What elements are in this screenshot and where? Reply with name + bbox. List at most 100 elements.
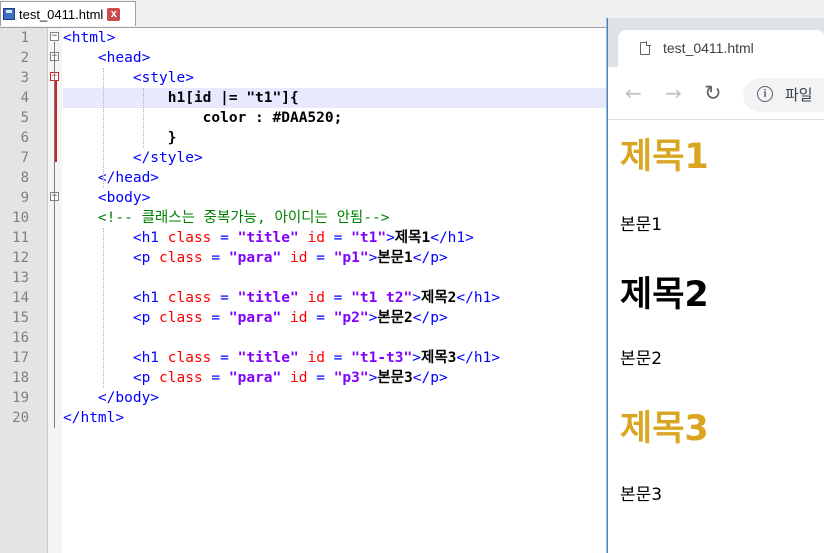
- code-token: "title": [237, 230, 299, 246]
- code-token: =: [202, 310, 229, 326]
- code-token: <h1: [63, 230, 168, 246]
- code-token: <h1: [63, 290, 168, 306]
- line-number: 19: [12, 390, 29, 406]
- code-token: "p1": [333, 250, 369, 266]
- code-token: <!-- 클래스는 중복가능, 아이디는 안됨-->: [63, 210, 390, 226]
- code-token: >: [412, 290, 421, 306]
- code-token: "p2": [333, 310, 369, 326]
- browser-tab[interactable]: test_0411.html: [618, 30, 824, 67]
- code-token: <p: [63, 370, 160, 386]
- code-token: id: [298, 290, 325, 306]
- code-token: 본문3: [377, 370, 413, 386]
- code-text: <head>: [63, 48, 150, 68]
- code-token: "t1-t3": [351, 350, 413, 366]
- code-token: =: [307, 250, 334, 266]
- code-text: </head>: [63, 168, 159, 188]
- line-number: 11: [12, 230, 29, 246]
- browser-tab-title: test_0411.html: [663, 40, 754, 56]
- close-tab-button[interactable]: x: [107, 7, 121, 21]
- code-token: <style>: [63, 70, 194, 86]
- line-number: 10: [12, 210, 29, 226]
- line-number: 2: [20, 50, 29, 66]
- code-token: class: [159, 310, 203, 326]
- editor-tab[interactable]: test_0411.html x: [0, 1, 136, 26]
- code-token: =: [202, 250, 229, 266]
- line-number: 16: [12, 330, 29, 346]
- code-token: "t1": [351, 230, 387, 246]
- line-number: 7: [20, 150, 29, 166]
- code-token: 제목1: [394, 230, 431, 246]
- code-token: 제목2: [420, 290, 457, 306]
- address-bar[interactable]: i 파일: [743, 78, 824, 112]
- info-icon[interactable]: i: [757, 86, 773, 102]
- document-icon: [640, 41, 651, 55]
- code-token: class: [167, 290, 212, 306]
- code-token: =: [307, 370, 334, 386]
- code-token: "title": [237, 350, 299, 366]
- paragraph-2: 본문2: [620, 349, 663, 369]
- code-text: </style>: [63, 148, 203, 168]
- code-token: "t1 t2": [351, 290, 413, 306]
- line-number: 17: [12, 350, 29, 366]
- code-token: }: [63, 130, 177, 146]
- code-text: }: [63, 128, 177, 148]
- code-token: class: [167, 350, 212, 366]
- code-token: class: [159, 370, 203, 386]
- code-token: </html>: [63, 410, 125, 426]
- code-token: <p: [63, 310, 160, 326]
- changed-block-marker: [55, 80, 57, 162]
- line-number: 3: [20, 70, 29, 86]
- line-number: 4: [20, 90, 29, 106]
- code-token: =: [307, 310, 334, 326]
- code-token: </h1>: [456, 290, 501, 306]
- code-text: <html>: [63, 28, 115, 48]
- code-token: =: [324, 290, 352, 306]
- code-text: </html>: [63, 408, 124, 428]
- line-number: 18: [12, 370, 29, 386]
- heading-title-1: 제목1: [620, 137, 709, 177]
- code-token: </head>: [63, 170, 160, 186]
- code-text: </body>: [63, 388, 159, 408]
- code-token: 본문2: [377, 310, 413, 326]
- browser-toolbar: ← → ↻ i 파일: [608, 67, 824, 120]
- code-token: id: [298, 350, 325, 366]
- code-token: 제목3: [420, 350, 457, 366]
- code-text: <p class = "para" id = "p3">본문3</p>: [63, 368, 448, 388]
- code-token: =: [324, 350, 352, 366]
- code-token: "para": [228, 250, 282, 266]
- fold-toggle-icon[interactable]: −: [50, 32, 59, 41]
- line-number: 1: [20, 30, 29, 46]
- code-token: </p>: [412, 250, 448, 266]
- code-token: =: [202, 370, 229, 386]
- code-token: >: [386, 230, 395, 246]
- code-token: "title": [237, 290, 299, 306]
- paragraph-1: 본문1: [620, 215, 663, 235]
- code-token: h1[id |= "t1"]{: [63, 90, 299, 106]
- code-text: <h1 class = "title" id = "t1">제목1</h1>: [63, 228, 474, 248]
- code-token: id: [281, 250, 308, 266]
- editor-tab-label: test_0411.html: [19, 6, 104, 22]
- line-number: 14: [12, 290, 29, 306]
- code-token: "para": [228, 370, 282, 386]
- line-number: 20: [12, 410, 29, 426]
- code-token: class: [167, 230, 212, 246]
- code-token: <head>: [63, 50, 151, 66]
- heading-title-2: 제목2: [620, 275, 709, 315]
- code-text: h1[id |= "t1"]{: [63, 88, 299, 108]
- indent-guide: [103, 68, 104, 188]
- code-token: =: [211, 230, 238, 246]
- line-number: 9: [20, 190, 29, 206]
- code-text: color : #DAA520;: [63, 108, 343, 128]
- back-arrow-icon[interactable]: ←: [625, 83, 642, 103]
- reload-icon[interactable]: ↻: [704, 83, 722, 104]
- indent-guide: [103, 228, 104, 388]
- paragraph-3: 본문3: [620, 485, 663, 505]
- code-token: <body>: [63, 190, 151, 206]
- line-number: 8: [20, 170, 29, 186]
- indent-guide: [143, 88, 144, 148]
- code-token: </p>: [412, 370, 448, 386]
- page-viewport: 제목1 본문1 제목2 본문2 제목3 본문3: [608, 120, 824, 553]
- forward-arrow-icon[interactable]: →: [665, 83, 682, 103]
- code-token: =: [211, 290, 238, 306]
- heading-title-3: 제목3: [620, 409, 709, 449]
